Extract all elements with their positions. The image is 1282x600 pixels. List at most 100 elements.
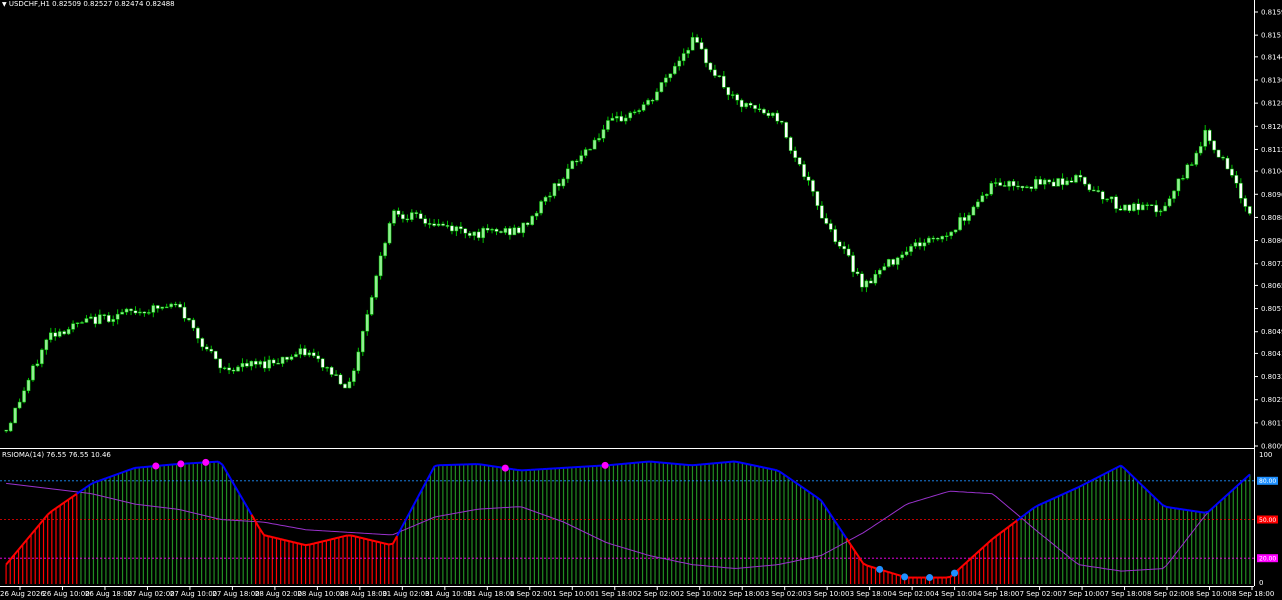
bull-candle <box>989 183 994 195</box>
rsi-line-segment <box>380 541 385 545</box>
bull-candle <box>436 223 441 226</box>
bear-candle <box>432 223 436 226</box>
rsi-line-segment <box>488 464 493 468</box>
bull-candle <box>980 195 985 203</box>
bull-candle <box>22 390 26 403</box>
bull-candle <box>383 242 387 257</box>
rsi-line-segment <box>883 569 889 573</box>
rsi-line-segment <box>130 466 136 471</box>
bull-candle <box>1145 204 1150 206</box>
bear-candle <box>254 360 258 365</box>
time-tick-label: 7 Sep 10:00 <box>1062 590 1104 598</box>
bull-candle <box>1140 204 1145 211</box>
bull-candle <box>993 182 998 184</box>
bull-candle <box>579 155 584 162</box>
bull-candle <box>606 120 610 130</box>
bear-candle <box>276 362 280 365</box>
rsi-line-segment <box>771 468 776 471</box>
rsi-line-segment <box>26 533 32 541</box>
bear-candle <box>1114 196 1118 209</box>
bear-candle <box>1011 181 1016 187</box>
time-tick-label: 2 Sep 02:00 <box>637 590 679 598</box>
rsi-line-segment <box>1128 472 1135 478</box>
indicator-pane[interactable] <box>0 458 1254 584</box>
indicator-scale-max: 100 <box>1259 451 1272 459</box>
chart-canvas[interactable]: 0.81595 0.81515 0.81440 0.81360 0.81280 0.812… <box>0 0 1282 600</box>
rsi-line-segment <box>51 507 57 512</box>
bull-candle <box>664 77 668 83</box>
bull-candle <box>601 129 606 139</box>
bull-candle <box>566 168 570 180</box>
level-tag-label: 50.00 <box>1259 517 1276 524</box>
bear-candle <box>338 374 343 385</box>
bull-candle <box>690 37 695 51</box>
bear-candle <box>1216 149 1221 158</box>
bull-candle <box>1190 164 1194 166</box>
rsi-line-segment <box>246 506 253 516</box>
rsi-line-segment <box>1220 496 1226 502</box>
price-tick-label: 0.81360 <box>1261 76 1282 84</box>
price-tick-label: 0.80095 <box>1261 443 1282 451</box>
triangle-down-icon[interactable]: ▼ <box>2 1 7 8</box>
bull-candle <box>922 242 927 247</box>
rsi-line-segment <box>367 538 373 542</box>
rsi-line-segment <box>242 499 249 508</box>
bear-candle <box>811 180 815 192</box>
time-axis[interactable]: 26 Aug 202626 Aug 10:0026 Aug 18:0027 Au… <box>0 586 1274 598</box>
rsi-line-segment <box>1215 499 1222 506</box>
bear-candle <box>935 238 940 240</box>
overbought-dot <box>601 461 609 469</box>
price-tick-label: 0.80570 <box>1261 305 1282 313</box>
overbought-dot <box>177 460 185 468</box>
bull-candle <box>771 112 775 116</box>
rsi-line-segment <box>38 518 45 526</box>
rsi-line-segment <box>1074 485 1080 490</box>
price-pane[interactable] <box>4 32 1252 433</box>
rsi-line-segment <box>1058 493 1064 498</box>
bear-candle <box>320 358 325 368</box>
price-axis[interactable]: 0.81595 0.81515 0.81440 0.81360 0.81280 0.812… <box>1254 9 1282 451</box>
rsi-line-segment <box>1132 476 1139 482</box>
bear-candle <box>200 338 205 348</box>
bear-candle <box>1221 156 1225 159</box>
rsi-line-segment <box>1236 481 1243 487</box>
bull-candle <box>280 356 285 364</box>
bull-candle <box>637 110 641 113</box>
rsi-line-segment <box>1028 507 1035 512</box>
rsi-line-segment <box>983 542 989 548</box>
rsi-line-segment <box>1183 508 1188 512</box>
rsi-line-segment <box>779 470 785 476</box>
time-tick-label: 8 Sep 10:00 <box>1190 590 1232 598</box>
bear-candle <box>650 99 655 102</box>
rsi-line-segment <box>1095 475 1101 480</box>
bull-candle <box>539 201 543 214</box>
bear-candle <box>1047 179 1052 183</box>
bull-candle <box>325 367 329 369</box>
symbol-header[interactable]: ▼ USDCHF,H1 0.82509 0.82527 0.82474 0.82… <box>2 0 175 8</box>
rsi-line-segment <box>1141 484 1147 490</box>
bear-candle <box>757 108 762 110</box>
price-tick-label: 0.80805 <box>1261 237 1282 245</box>
bear-candle <box>182 306 187 319</box>
rsi-line-segment <box>1012 519 1018 525</box>
bear-candle <box>1212 140 1216 151</box>
bull-candle <box>659 82 664 93</box>
bull-candle <box>44 339 49 351</box>
bear-candle <box>1002 185 1007 187</box>
rsi-line-segment <box>978 546 985 552</box>
rsi-line-segment <box>970 553 977 559</box>
bull-candle <box>944 235 949 237</box>
bear-candle <box>869 280 873 284</box>
time-tick-label: 2 Sep 18:00 <box>722 590 764 598</box>
bear-candle <box>619 116 624 122</box>
bull-candle <box>503 228 508 233</box>
bull-candle <box>356 351 361 371</box>
time-tick-label: 4 Sep 10:00 <box>935 590 977 598</box>
bull-candle <box>115 313 120 320</box>
rsi-line-segment <box>1024 510 1031 516</box>
rsi-line-segment <box>238 492 245 501</box>
rsi-line-segment <box>72 492 78 498</box>
bear-candle <box>231 369 236 372</box>
time-tick-label: 3 Sep 10:00 <box>807 590 849 598</box>
bull-candle <box>249 360 254 367</box>
